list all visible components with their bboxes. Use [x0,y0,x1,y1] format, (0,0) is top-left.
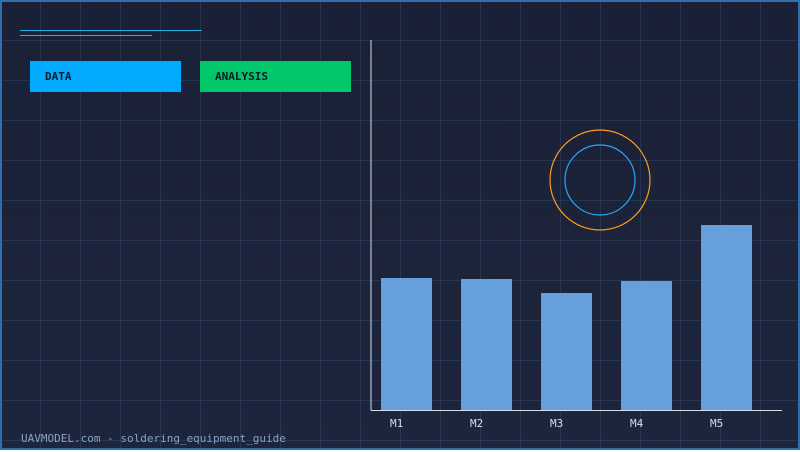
bar-chart: M1 M2 M3 M4 M5 [370,40,782,430]
x-tick-label: M5 [710,417,723,430]
x-tick-label: M1 [390,417,403,430]
dashboard-canvas: DATA ANALYSIS M1 M2 M3 M4 M5 UAVMODEL.com - … [0,0,800,450]
bar-m4 [621,281,672,410]
inner-ring-icon [564,144,636,216]
bar-m3 [541,293,592,410]
footer-credit: UAVMODEL.com - soldering_equipment_guide [21,432,286,445]
bar-m2 [461,279,512,410]
x-tick-label: M3 [550,417,563,430]
x-tick-label: M4 [630,417,644,430]
x-tick-label: M2 [470,417,483,430]
bar-m5 [701,225,752,410]
bar-m1 [381,278,432,410]
